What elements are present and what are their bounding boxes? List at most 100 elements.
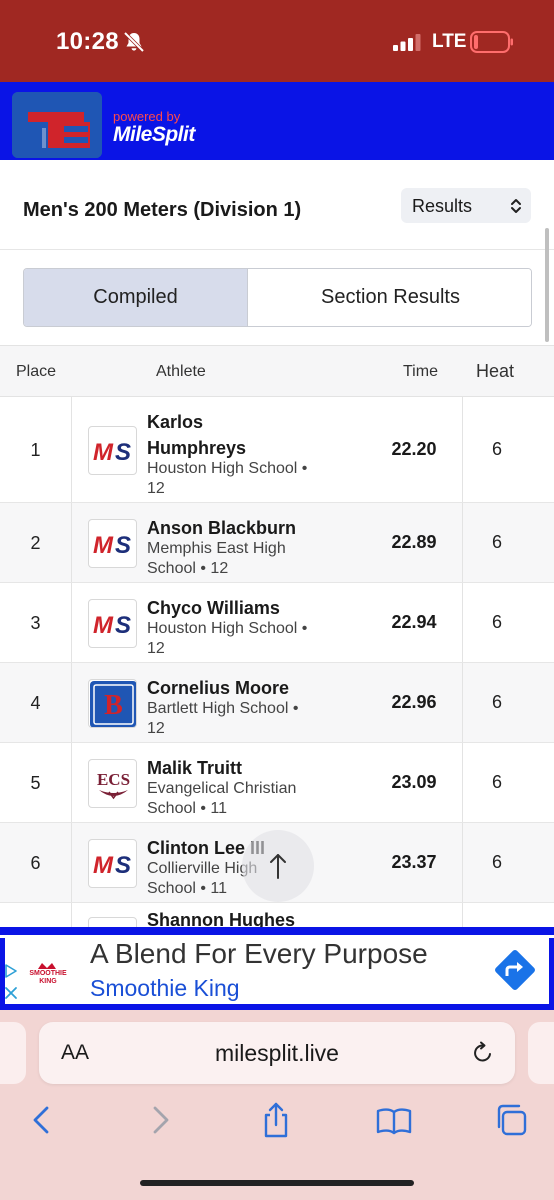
home-indicator[interactable] [140, 1180, 414, 1186]
place-value: 4 [30, 692, 41, 713]
svg-text:M: M [93, 852, 114, 879]
event-title: Men's 200 Meters (Division 1) [23, 199, 302, 221]
heat-value: 6 [491, 851, 502, 872]
place-value: 1 [30, 439, 41, 460]
previous-tab-peek[interactable] [0, 1022, 26, 1084]
arrow-up-icon [270, 854, 286, 879]
heat-value: 6 [491, 438, 502, 459]
school-logo: B [88, 678, 137, 728]
svg-text:S: S [115, 439, 131, 466]
svg-text:ECS: ECS [97, 770, 130, 789]
heat-value: 6 [491, 531, 502, 552]
scroll-to-top-button[interactable] [242, 830, 314, 902]
address-bar[interactable]: AA milesplit.live [39, 1022, 515, 1084]
place-value: 3 [30, 612, 41, 633]
network-label: LTE [432, 31, 467, 52]
school-logo: MS [88, 518, 137, 568]
svg-text:M: M [93, 612, 114, 639]
place-cell: 4 [0, 663, 72, 742]
table-row[interactable]: 5 ECS Malik Truitt Evangelical Christian… [0, 743, 554, 823]
scrollbar[interactable] [545, 228, 549, 342]
status-bar: 10:28 LTE [0, 0, 554, 82]
time-value: 22.96 [391, 691, 437, 712]
athlete-name[interactable]: Anson Blackburn [147, 515, 377, 541]
athlete-school: Evangelical Christian School • 11 [147, 780, 297, 817]
divider [0, 249, 554, 250]
athlete-name[interactable]: Malik Truitt [147, 755, 377, 781]
ad-close-icon[interactable] [4, 986, 18, 1000]
share-icon[interactable] [256, 1100, 296, 1140]
athlete-school: Houston High School • 12 [147, 620, 308, 657]
athlete-name[interactable]: Cornelius Moore [147, 675, 377, 701]
heat-value: 6 [491, 611, 502, 632]
ad-choices-icon[interactable] [4, 964, 18, 978]
header-divider [0, 160, 554, 168]
reload-icon[interactable] [471, 1041, 495, 1065]
school-logo: MS [88, 425, 137, 475]
svg-text:M: M [93, 439, 114, 466]
place-value: 2 [30, 532, 41, 553]
svg-text:S: S [115, 612, 131, 639]
url-text[interactable]: milesplit.live [39, 1040, 515, 1067]
meet-logo[interactable] [12, 92, 102, 158]
tabs-icon[interactable] [492, 1100, 532, 1140]
place-cell: 2 [0, 503, 72, 582]
athlete-school: Bartlett High School • 12 [147, 700, 299, 737]
header-athlete[interactable]: Athlete [156, 363, 206, 381]
place-value: 5 [30, 772, 41, 793]
athlete-school: Houston High School • 12 [147, 460, 308, 497]
athlete-name[interactable]: Chyco Williams [147, 595, 377, 621]
svg-text:B: B [104, 690, 123, 721]
svg-text:S: S [115, 532, 131, 559]
header-time[interactable]: Time [403, 363, 438, 381]
results-select-value: Results [412, 196, 473, 216]
bookmarks-icon[interactable] [374, 1100, 414, 1140]
place-cell: 3 [0, 583, 72, 662]
table-row[interactable]: 1 MS Karlos Humphreys Houston High Schoo… [0, 397, 554, 503]
directions-icon[interactable] [490, 945, 540, 995]
cell-signal-icon [393, 34, 421, 51]
table-row[interactable]: 3 MS Chyco Williams Houston High School … [0, 583, 554, 663]
ad-brand-logo-text: SMOOTHIE KING [29, 970, 67, 985]
ad-headline[interactable]: A Blend For Every Purpose [90, 938, 428, 970]
svg-text:S: S [115, 852, 131, 879]
heat-value: 6 [491, 691, 502, 712]
place-cell: 6 [0, 823, 72, 902]
time-value: 23.37 [391, 851, 437, 872]
svg-text:M: M [93, 532, 114, 559]
table-header: Place Athlete Time Heat [0, 345, 554, 397]
next-tab-peek[interactable] [528, 1022, 554, 1084]
school-logo: MS [88, 838, 137, 888]
table-row[interactable]: 2 MS Anson Blackburn Memphis East High S… [0, 503, 554, 583]
status-time: 10:28 [56, 28, 119, 55]
athlete-school: Memphis East High School • 12 [147, 540, 286, 577]
tab-section-results-label: Section Results [321, 286, 460, 308]
table-row[interactable]: 4 B Cornelius Moore Bartlett High School… [0, 663, 554, 743]
ad-advertiser[interactable]: Smoothie King [90, 975, 240, 1002]
tab-compiled-label: Compiled [93, 286, 178, 308]
time-value: 23.09 [391, 771, 437, 792]
school-logo: MS [88, 598, 137, 648]
results-tabs: Compiled Section Results [23, 268, 532, 327]
athlete-name[interactable]: Karlos Humphreys [147, 409, 257, 461]
time-value: 22.89 [391, 531, 437, 552]
bell-slash-icon [123, 31, 145, 53]
ad-border [0, 927, 554, 935]
time-value: 22.20 [391, 438, 437, 459]
place-cell: 5 [0, 743, 72, 822]
header-heat[interactable]: Heat [476, 361, 514, 382]
place-value: 6 [30, 852, 41, 873]
heat-value: 6 [491, 771, 502, 792]
school-logo: ECS [88, 758, 137, 808]
results-view-select[interactable]: Results [401, 188, 531, 223]
time-value: 22.94 [391, 611, 437, 632]
forward-icon[interactable] [140, 1100, 180, 1140]
up-down-chevron-icon [511, 199, 521, 213]
milesplit-logo[interactable]: MileSplit [113, 123, 195, 147]
back-icon[interactable] [22, 1100, 62, 1140]
place-cell: 1 [0, 397, 72, 502]
powered-by-label: powered by [113, 109, 181, 124]
tab-section-results[interactable]: Section Results [249, 269, 531, 326]
header-place[interactable]: Place [16, 363, 56, 381]
tab-compiled[interactable]: Compiled [24, 269, 248, 326]
